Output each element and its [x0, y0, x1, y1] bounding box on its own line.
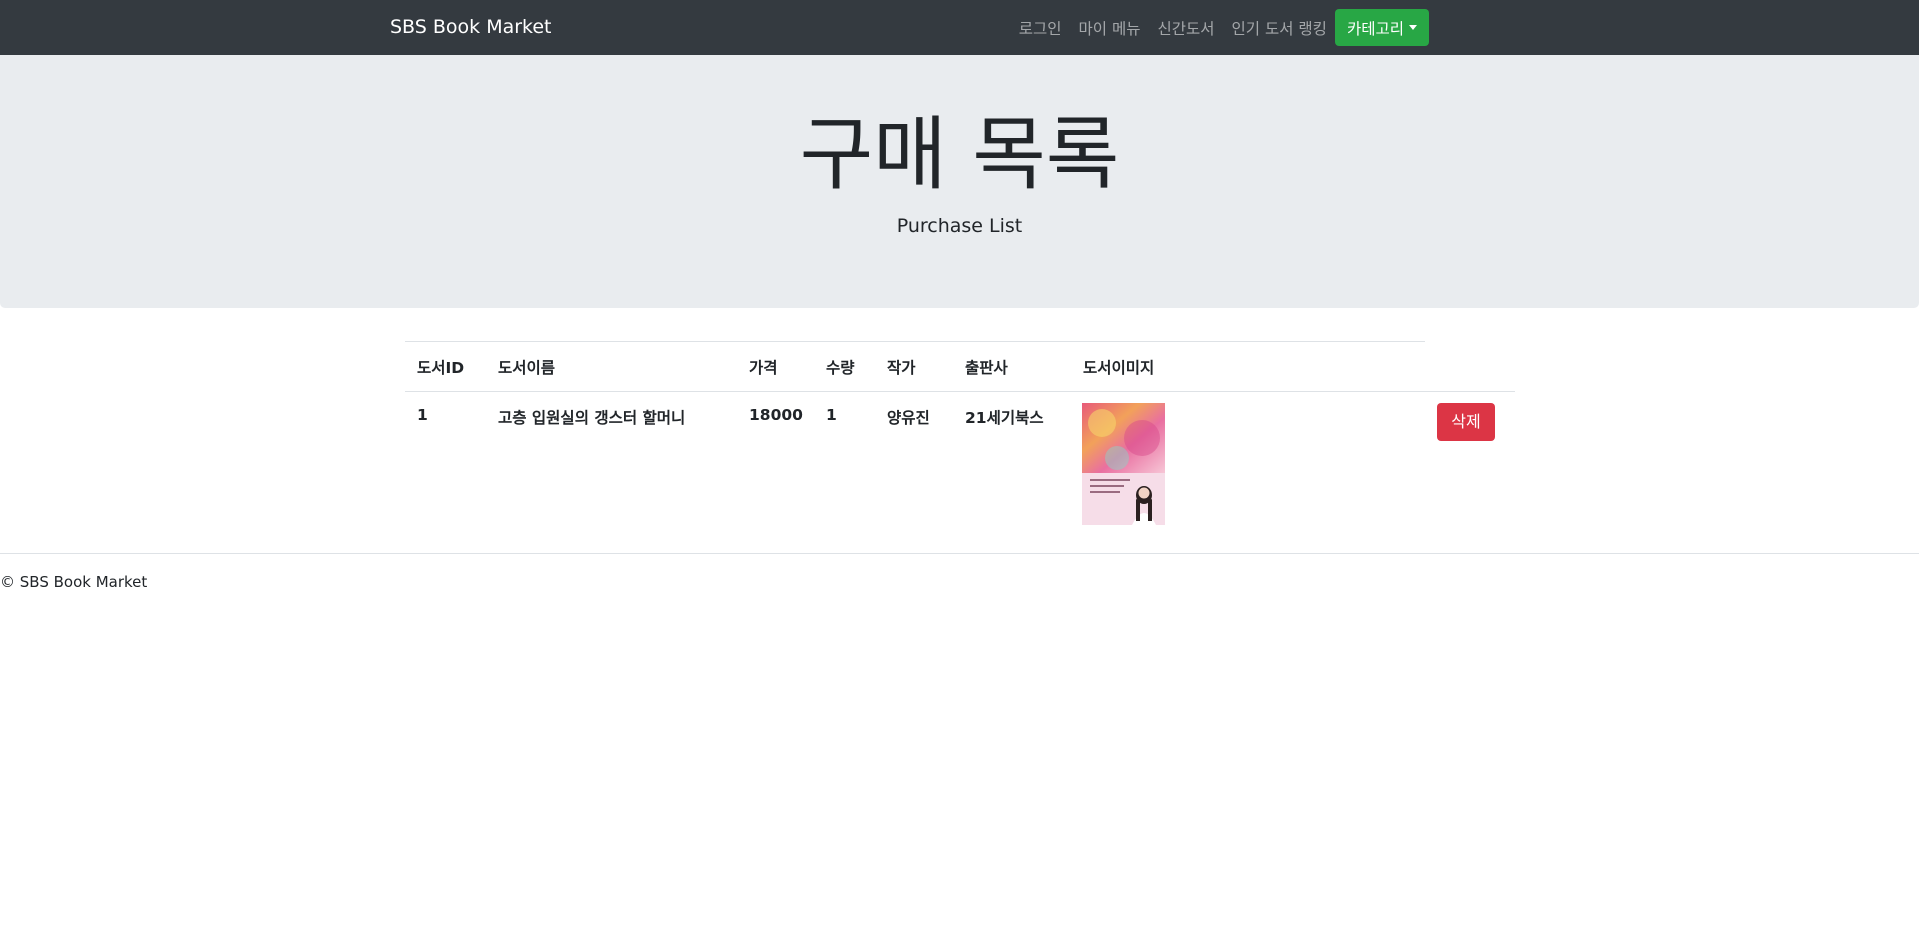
cell-price: 18000	[749, 406, 803, 424]
brand-link[interactable]: SBS Book Market	[390, 0, 552, 55]
header-quantity: 수량	[826, 359, 855, 377]
nav-link-new-books[interactable]: 신간도서	[1157, 17, 1214, 39]
cell-book-name: 고층 입원실의 갱스터 할머니	[498, 409, 686, 427]
navbar: SBS Book Market 로그인 마이 메뉴 신간도서 인기 도서 랭킹 …	[0, 0, 1919, 55]
category-dropdown-button[interactable]: 카테고리	[1334, 9, 1429, 46]
cell-book-id: 1	[417, 406, 428, 424]
header-price: 가격	[749, 359, 778, 377]
cell-author: 양유진	[887, 409, 930, 427]
nav-link-login[interactable]: 로그인	[1019, 17, 1062, 39]
cell-quantity: 1	[826, 406, 837, 424]
nav-link-popular-ranking[interactable]: 인기 도서 랭킹	[1232, 17, 1327, 39]
nav-links: 로그인 마이 메뉴 신간도서 인기 도서 랭킹 카테고리	[1002, 0, 1429, 55]
jumbotron: 구매 목록 Purchase List	[0, 55, 1919, 308]
header-book-id: 도서ID	[417, 359, 465, 377]
footer-text: © SBS Book Market	[0, 573, 148, 591]
page-subtitle: Purchase List	[896, 215, 1023, 237]
header-author: 작가	[887, 359, 916, 377]
table-top-border	[405, 341, 1425, 342]
cell-publisher: 21세기북스	[965, 409, 1044, 427]
table-header-border	[405, 391, 1515, 392]
header-publisher: 출판사	[965, 359, 1008, 377]
nav-link-my-menu[interactable]: 마이 메뉴	[1079, 17, 1141, 39]
header-book-image: 도서이미지	[1083, 359, 1155, 377]
caret-down-icon	[1409, 25, 1417, 30]
book-cover-image	[1082, 403, 1165, 525]
footer-divider	[0, 553, 1919, 554]
category-dropdown-label: 카테고리	[1346, 19, 1404, 38]
page-title: 구매 목록	[799, 108, 1120, 201]
header-book-name: 도서이름	[498, 359, 556, 377]
delete-button[interactable]: 삭제	[1437, 403, 1495, 441]
